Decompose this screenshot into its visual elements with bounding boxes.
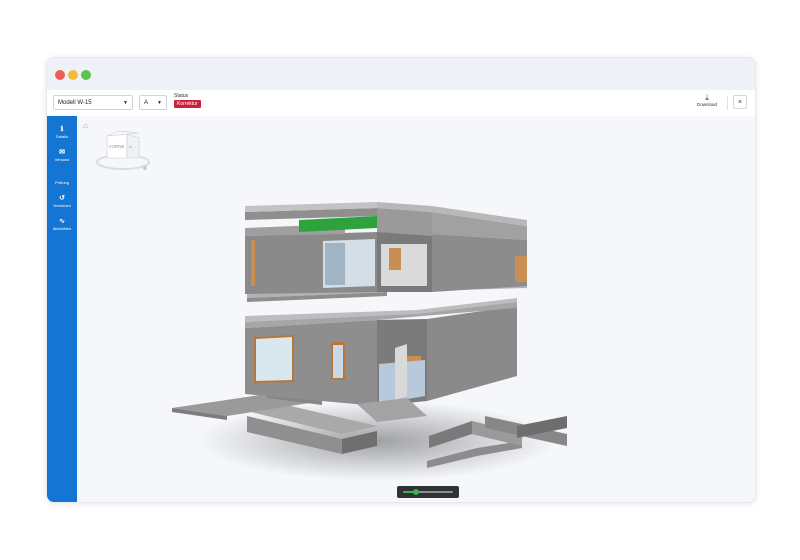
sidebar-item-label: Versand [54, 157, 70, 162]
close-icon: × [737, 99, 743, 106]
download-icon: ⤓ [705, 93, 709, 102]
info-icon: ℹ [60, 126, 64, 133]
green-roof-strip [299, 216, 377, 232]
zoom-handle[interactable] [412, 489, 419, 495]
model-select-value: Modell W-15 [58, 100, 92, 106]
chevron-down-icon: ▼ [157, 100, 162, 106]
title-bar [47, 58, 755, 90]
sidebar-item-versionen[interactable]: ↺ Versionen [47, 195, 77, 208]
mail-icon: ✉ [59, 149, 65, 156]
model-viewer[interactable]: ⌂ VORNE LI [77, 116, 755, 502]
minimize-window-button[interactable] [68, 70, 78, 80]
maximize-window-button[interactable] [81, 70, 91, 80]
status-label: Status [174, 93, 189, 99]
download-label: Download [696, 102, 717, 107]
sidebar-item-label: Aktivitäten [52, 226, 72, 231]
ground-floor [245, 298, 517, 406]
sidebar-item-label: Prüfung [54, 180, 69, 185]
zoom-track [403, 489, 453, 495]
status-badge: Korrektur [174, 100, 201, 108]
close-window-button[interactable] [55, 70, 65, 80]
user-check-icon: 👤 [58, 173, 66, 179]
toolbar-divider [727, 96, 728, 110]
download-button[interactable]: ⤓ Download [696, 93, 718, 107]
history-icon: ↺ [59, 195, 65, 202]
toolbar: Modell W-15 ▼ A ▼ Status Korrektur ⤓ Dow… [47, 90, 755, 117]
variant-select[interactable]: A ▼ [139, 95, 167, 110]
close-button[interactable]: × [733, 95, 747, 109]
sidebar: ℹ Details ✉ Versand 👤 Prüfung ↺ Versione… [47, 116, 77, 502]
sidebar-item-details[interactable]: ℹ Details [47, 126, 77, 139]
variant-select-value: A [144, 100, 149, 106]
upper-floor [245, 202, 527, 294]
sidebar-item-label: Details [55, 134, 69, 139]
sidebar-item-label: Versionen [53, 203, 71, 208]
sidebar-item-pruefung[interactable]: 👤 Prüfung [47, 172, 77, 185]
sidebar-item-versand[interactable]: ✉ Versand [47, 149, 77, 162]
building-3d-model[interactable] [77, 116, 755, 502]
app-window: Modell W-15 ▼ A ▼ Status Korrektur ⤓ Dow… [46, 57, 756, 503]
zoom-slider[interactable] [397, 486, 459, 498]
model-select[interactable]: Modell W-15 ▼ [53, 95, 133, 110]
activity-icon: ∿ [59, 218, 65, 225]
sidebar-item-aktivitaeten[interactable]: ∿ Aktivitäten [47, 218, 77, 231]
chevron-down-icon: ▼ [123, 100, 128, 106]
